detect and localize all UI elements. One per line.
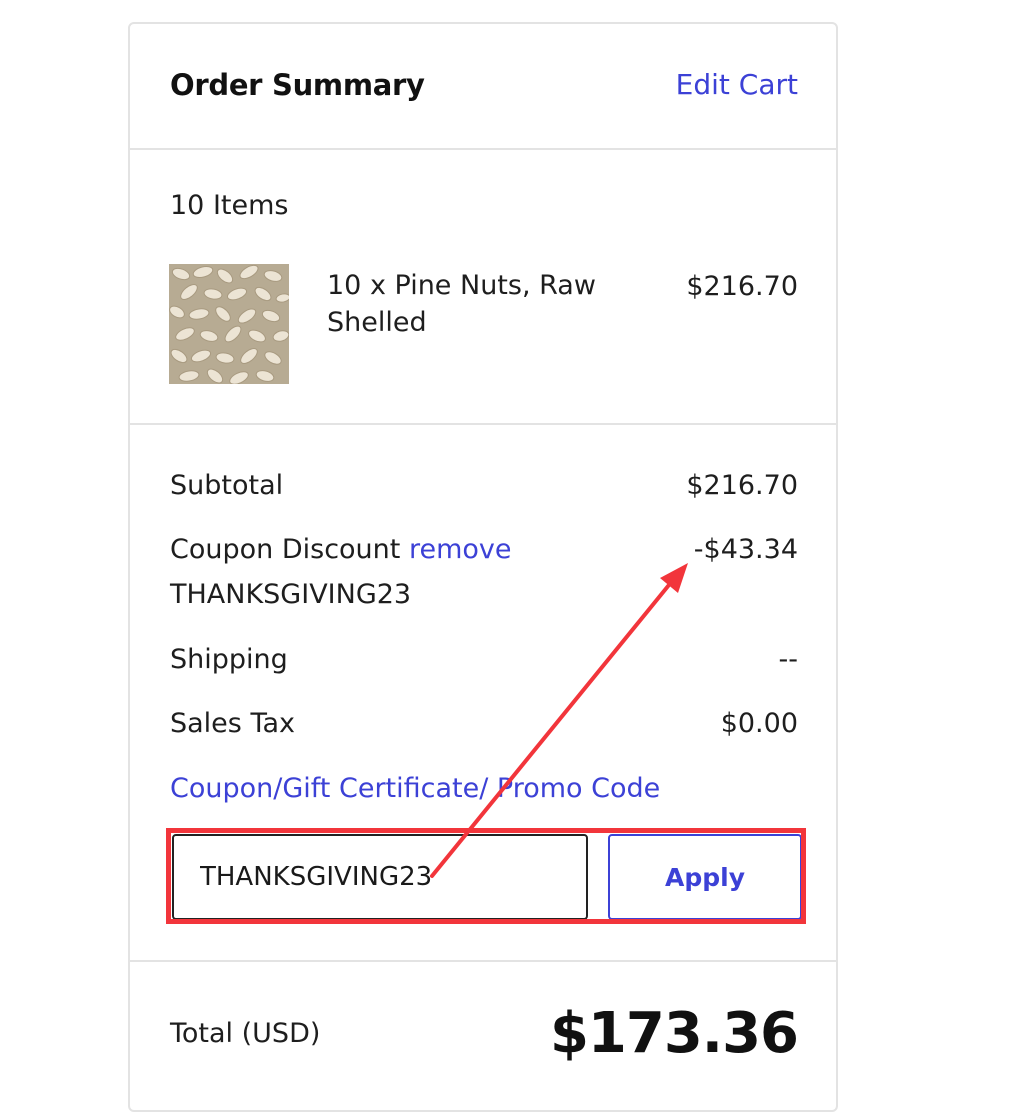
total-value: $173.36	[549, 1001, 799, 1066]
item-price: $216.70	[686, 271, 798, 302]
applied-coupon-code: THANKSGIVING23	[170, 579, 412, 610]
pine-nuts-image	[169, 264, 289, 384]
edit-cart-link[interactable]: Edit Cart	[676, 68, 798, 101]
subtotal-label: Subtotal	[170, 470, 284, 501]
order-summary-card: Order Summary Edit Cart 10 Items 10 x Pi…	[128, 22, 838, 1112]
coupon-discount-row: Coupon Discount remove	[170, 534, 512, 565]
divider	[130, 148, 836, 150]
subtotal-value: $216.70	[686, 470, 798, 501]
divider	[130, 423, 836, 425]
promo-code-link[interactable]: Coupon/Gift Certificate/ Promo Code	[170, 773, 660, 804]
apply-coupon-button[interactable]: Apply	[608, 834, 802, 920]
coupon-code-input[interactable]	[172, 834, 588, 920]
shipping-value: --	[778, 644, 799, 675]
shipping-label: Shipping	[170, 644, 288, 675]
sales-tax-value: $0.00	[720, 708, 798, 739]
sales-tax-label: Sales Tax	[170, 708, 295, 739]
remove-coupon-link[interactable]: remove	[409, 534, 512, 565]
coupon-discount-value: -$43.34	[693, 534, 798, 565]
product-thumbnail	[169, 264, 289, 384]
coupon-discount-label: Coupon Discount	[170, 534, 401, 565]
total-label: Total (USD)	[170, 1018, 321, 1049]
item-name: 10 x Pine Nuts, Raw Shelled	[327, 270, 596, 338]
divider	[130, 960, 836, 962]
order-summary-title: Order Summary	[170, 68, 425, 102]
item-count: 10 Items	[170, 190, 289, 221]
